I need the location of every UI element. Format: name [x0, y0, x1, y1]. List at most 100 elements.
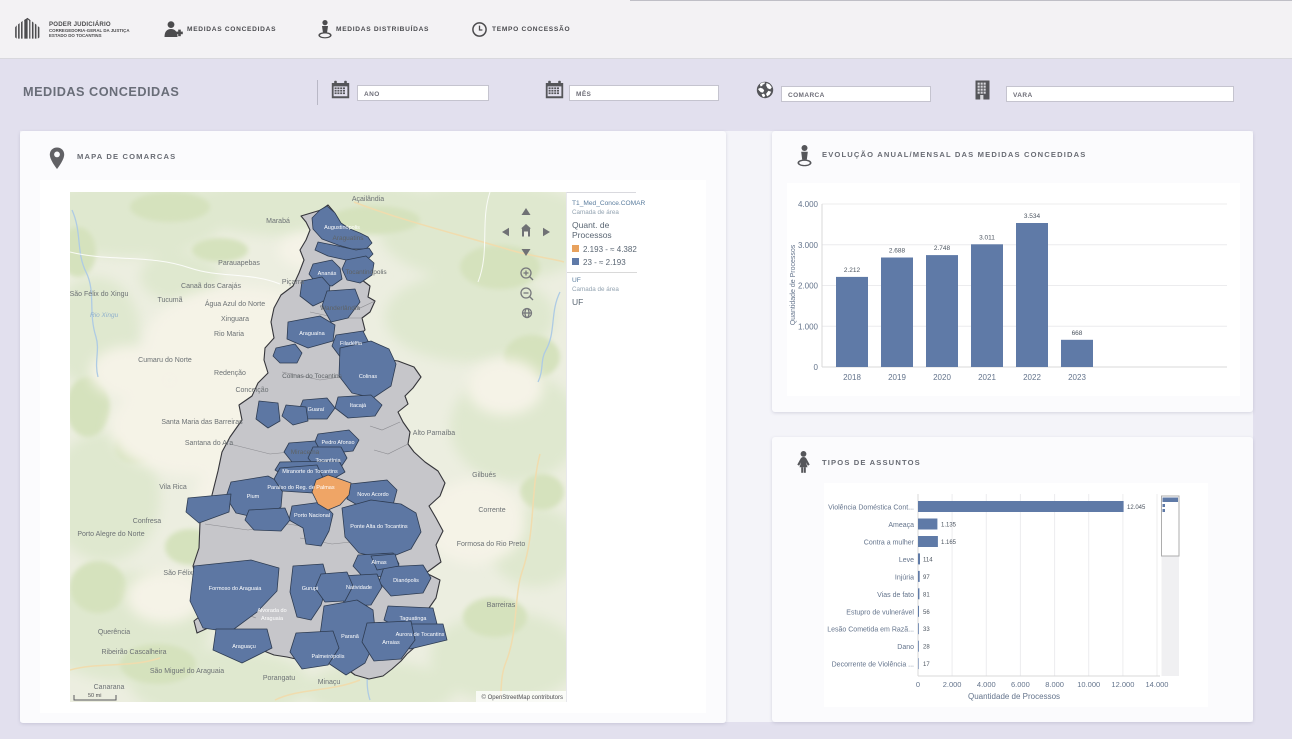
- svg-text:50 mi: 50 mi: [88, 693, 101, 699]
- svg-text:Barreiras: Barreiras: [487, 602, 516, 609]
- svg-text:Ponte Alta do Tocantins: Ponte Alta do Tocantins: [350, 524, 408, 530]
- svg-text:Santana do Ara: Santana do Ara: [185, 440, 233, 447]
- svg-text:14.000: 14.000: [1146, 680, 1169, 689]
- svg-text:81: 81: [923, 592, 930, 598]
- svg-text:0: 0: [916, 680, 920, 689]
- svg-text:Conceição: Conceição: [235, 387, 268, 394]
- svg-text:Ribeirão Cascalheira: Ribeirão Cascalheira: [102, 649, 167, 656]
- svg-text:Pium: Pium: [247, 494, 260, 500]
- svg-text:Paranã: Paranã: [341, 634, 360, 640]
- svg-text:Natividade: Natividade: [346, 585, 372, 591]
- svg-text:2020: 2020: [933, 373, 951, 382]
- svg-text:Água Azul do Norte: Água Azul do Norte: [205, 299, 265, 308]
- svg-text:Alto Parnaíba: Alto Parnaíba: [413, 430, 456, 437]
- svg-text:Açailândia: Açailândia: [352, 196, 384, 203]
- svg-text:Miranorte do Tocantins: Miranorte do Tocantins: [282, 469, 338, 475]
- svg-text:56: 56: [923, 610, 930, 616]
- svg-text:Corrente: Corrente: [478, 507, 505, 514]
- svg-text:Parauapebas: Parauapebas: [218, 260, 260, 267]
- svg-text:Ananás: Ananás: [318, 271, 337, 277]
- svg-text:Violência Doméstica Cont...: Violência Doméstica Cont...: [828, 505, 914, 512]
- svg-text:Formoso do Araguaia: Formoso do Araguaia: [209, 586, 263, 592]
- svg-text:Cumaru do Norte: Cumaru do Norte: [138, 357, 192, 364]
- svg-text:Augustinópolis: Augustinópolis: [324, 225, 360, 231]
- svg-text:Araguaia: Araguaia: [261, 616, 284, 622]
- svg-text:2.212: 2.212: [844, 267, 861, 274]
- svg-text:Taguatinga: Taguatinga: [400, 616, 428, 622]
- svg-text:0: 0: [814, 363, 819, 372]
- svg-text:Guaraí: Guaraí: [308, 407, 325, 413]
- svg-text:1.135: 1.135: [941, 523, 957, 529]
- svg-text:Gilbués: Gilbués: [472, 472, 496, 479]
- svg-text:Colinas do Tocantins: Colinas do Tocantins: [282, 373, 343, 380]
- svg-text:2018: 2018: [843, 373, 861, 382]
- svg-text:2022: 2022: [1023, 373, 1041, 382]
- svg-text:Santa Maria das Barreiras: Santa Maria das Barreiras: [161, 419, 243, 426]
- svg-text:2023: 2023: [1068, 373, 1086, 382]
- svg-text:6.000: 6.000: [1011, 680, 1030, 689]
- svg-text:Araguaçu: Araguaçu: [232, 644, 256, 650]
- svg-text:Confresa: Confresa: [133, 518, 162, 525]
- svg-text:1.000: 1.000: [798, 322, 819, 331]
- svg-text:São Félix do Xingu: São Félix do Xingu: [70, 291, 128, 298]
- svg-text:Ameaça: Ameaça: [888, 522, 914, 529]
- svg-text:Canarana: Canarana: [94, 684, 125, 691]
- svg-text:Palmeirópolis: Palmeirópolis: [311, 654, 344, 660]
- svg-text:Alvorada do: Alvorada do: [257, 608, 286, 614]
- svg-text:Araguatins: Araguatins: [332, 235, 364, 242]
- svg-text:2021: 2021: [978, 373, 996, 382]
- svg-text:Quantidade de Processos: Quantidade de Processos: [968, 692, 1060, 701]
- svg-text:Colinas: Colinas: [359, 374, 378, 380]
- svg-text:Araguaína: Araguaína: [299, 331, 325, 337]
- svg-text:114: 114: [923, 557, 933, 563]
- svg-text:Vias de fato: Vias de fato: [877, 592, 914, 599]
- svg-text:Dianópolis: Dianópolis: [393, 578, 419, 584]
- svg-text:Xinguara: Xinguara: [221, 316, 249, 323]
- svg-text:São Félix: São Félix: [163, 570, 193, 577]
- svg-text:2.000: 2.000: [943, 680, 962, 689]
- svg-text:Decorrente de Violência ...: Decorrente de Violência ...: [832, 662, 914, 669]
- svg-text:Almas: Almas: [371, 560, 387, 566]
- svg-text:8.000: 8.000: [1045, 680, 1064, 689]
- svg-text:Redenção: Redenção: [214, 370, 246, 377]
- svg-text:São Miguel do Araguaia: São Miguel do Araguaia: [150, 668, 224, 675]
- svg-text:10.000: 10.000: [1077, 680, 1100, 689]
- svg-text:Minaçu: Minaçu: [318, 679, 341, 686]
- svg-text:Porto Nacional: Porto Nacional: [294, 513, 330, 519]
- svg-text:Vila Rica: Vila Rica: [159, 484, 187, 491]
- svg-text:2.688: 2.688: [889, 248, 906, 255]
- svg-text:Porto Alegre do Norte: Porto Alegre do Norte: [77, 531, 144, 538]
- svg-text:Paraíso do Reg. de Palmas: Paraíso do Reg. de Palmas: [267, 485, 335, 491]
- svg-text:Formosa do Rio Preto: Formosa do Rio Preto: [457, 541, 526, 548]
- svg-text:© OpenStreetMap contributors: © OpenStreetMap contributors: [482, 694, 563, 701]
- svg-text:Quantidade de Processos: Quantidade de Processos: [790, 244, 797, 325]
- svg-text:Porangatu: Porangatu: [263, 675, 295, 682]
- svg-text:Estupro de vulnerável: Estupro de vulnerável: [846, 609, 914, 616]
- svg-text:Arraias: Arraias: [382, 640, 400, 646]
- svg-text:Tocantínia: Tocantínia: [315, 458, 341, 464]
- svg-text:Leve: Leve: [899, 557, 914, 564]
- svg-text:668: 668: [1072, 330, 1083, 337]
- svg-text:Gurupi: Gurupi: [302, 586, 319, 592]
- svg-text:28: 28: [923, 645, 930, 651]
- svg-text:Wanderlândia: Wanderlândia: [320, 305, 360, 312]
- svg-text:Querência: Querência: [98, 629, 130, 636]
- svg-text:Contra a mulher: Contra a mulher: [864, 540, 915, 547]
- svg-text:Itacajá: Itacajá: [350, 403, 367, 409]
- svg-text:Miracema: Miracema: [291, 449, 320, 456]
- svg-text:3.000: 3.000: [798, 241, 819, 250]
- svg-text:Piçarra: Piçarra: [282, 279, 304, 286]
- svg-text:Canaã dos Carajás: Canaã dos Carajás: [181, 283, 241, 290]
- svg-text:Tocantinópolis: Tocantinópolis: [345, 269, 387, 276]
- svg-text:3.534: 3.534: [1024, 213, 1041, 220]
- svg-text:Rio Xingu: Rio Xingu: [90, 312, 119, 319]
- svg-text:Novo Acordo: Novo Acordo: [357, 492, 389, 498]
- svg-text:Dano: Dano: [897, 644, 914, 651]
- svg-text:97: 97: [923, 575, 930, 581]
- svg-text:3.011: 3.011: [979, 234, 995, 241]
- svg-text:2019: 2019: [888, 373, 906, 382]
- svg-text:12.000: 12.000: [1111, 680, 1134, 689]
- svg-text:4.000: 4.000: [977, 680, 996, 689]
- svg-text:33: 33: [923, 627, 930, 633]
- svg-text:Injúria: Injúria: [895, 574, 914, 581]
